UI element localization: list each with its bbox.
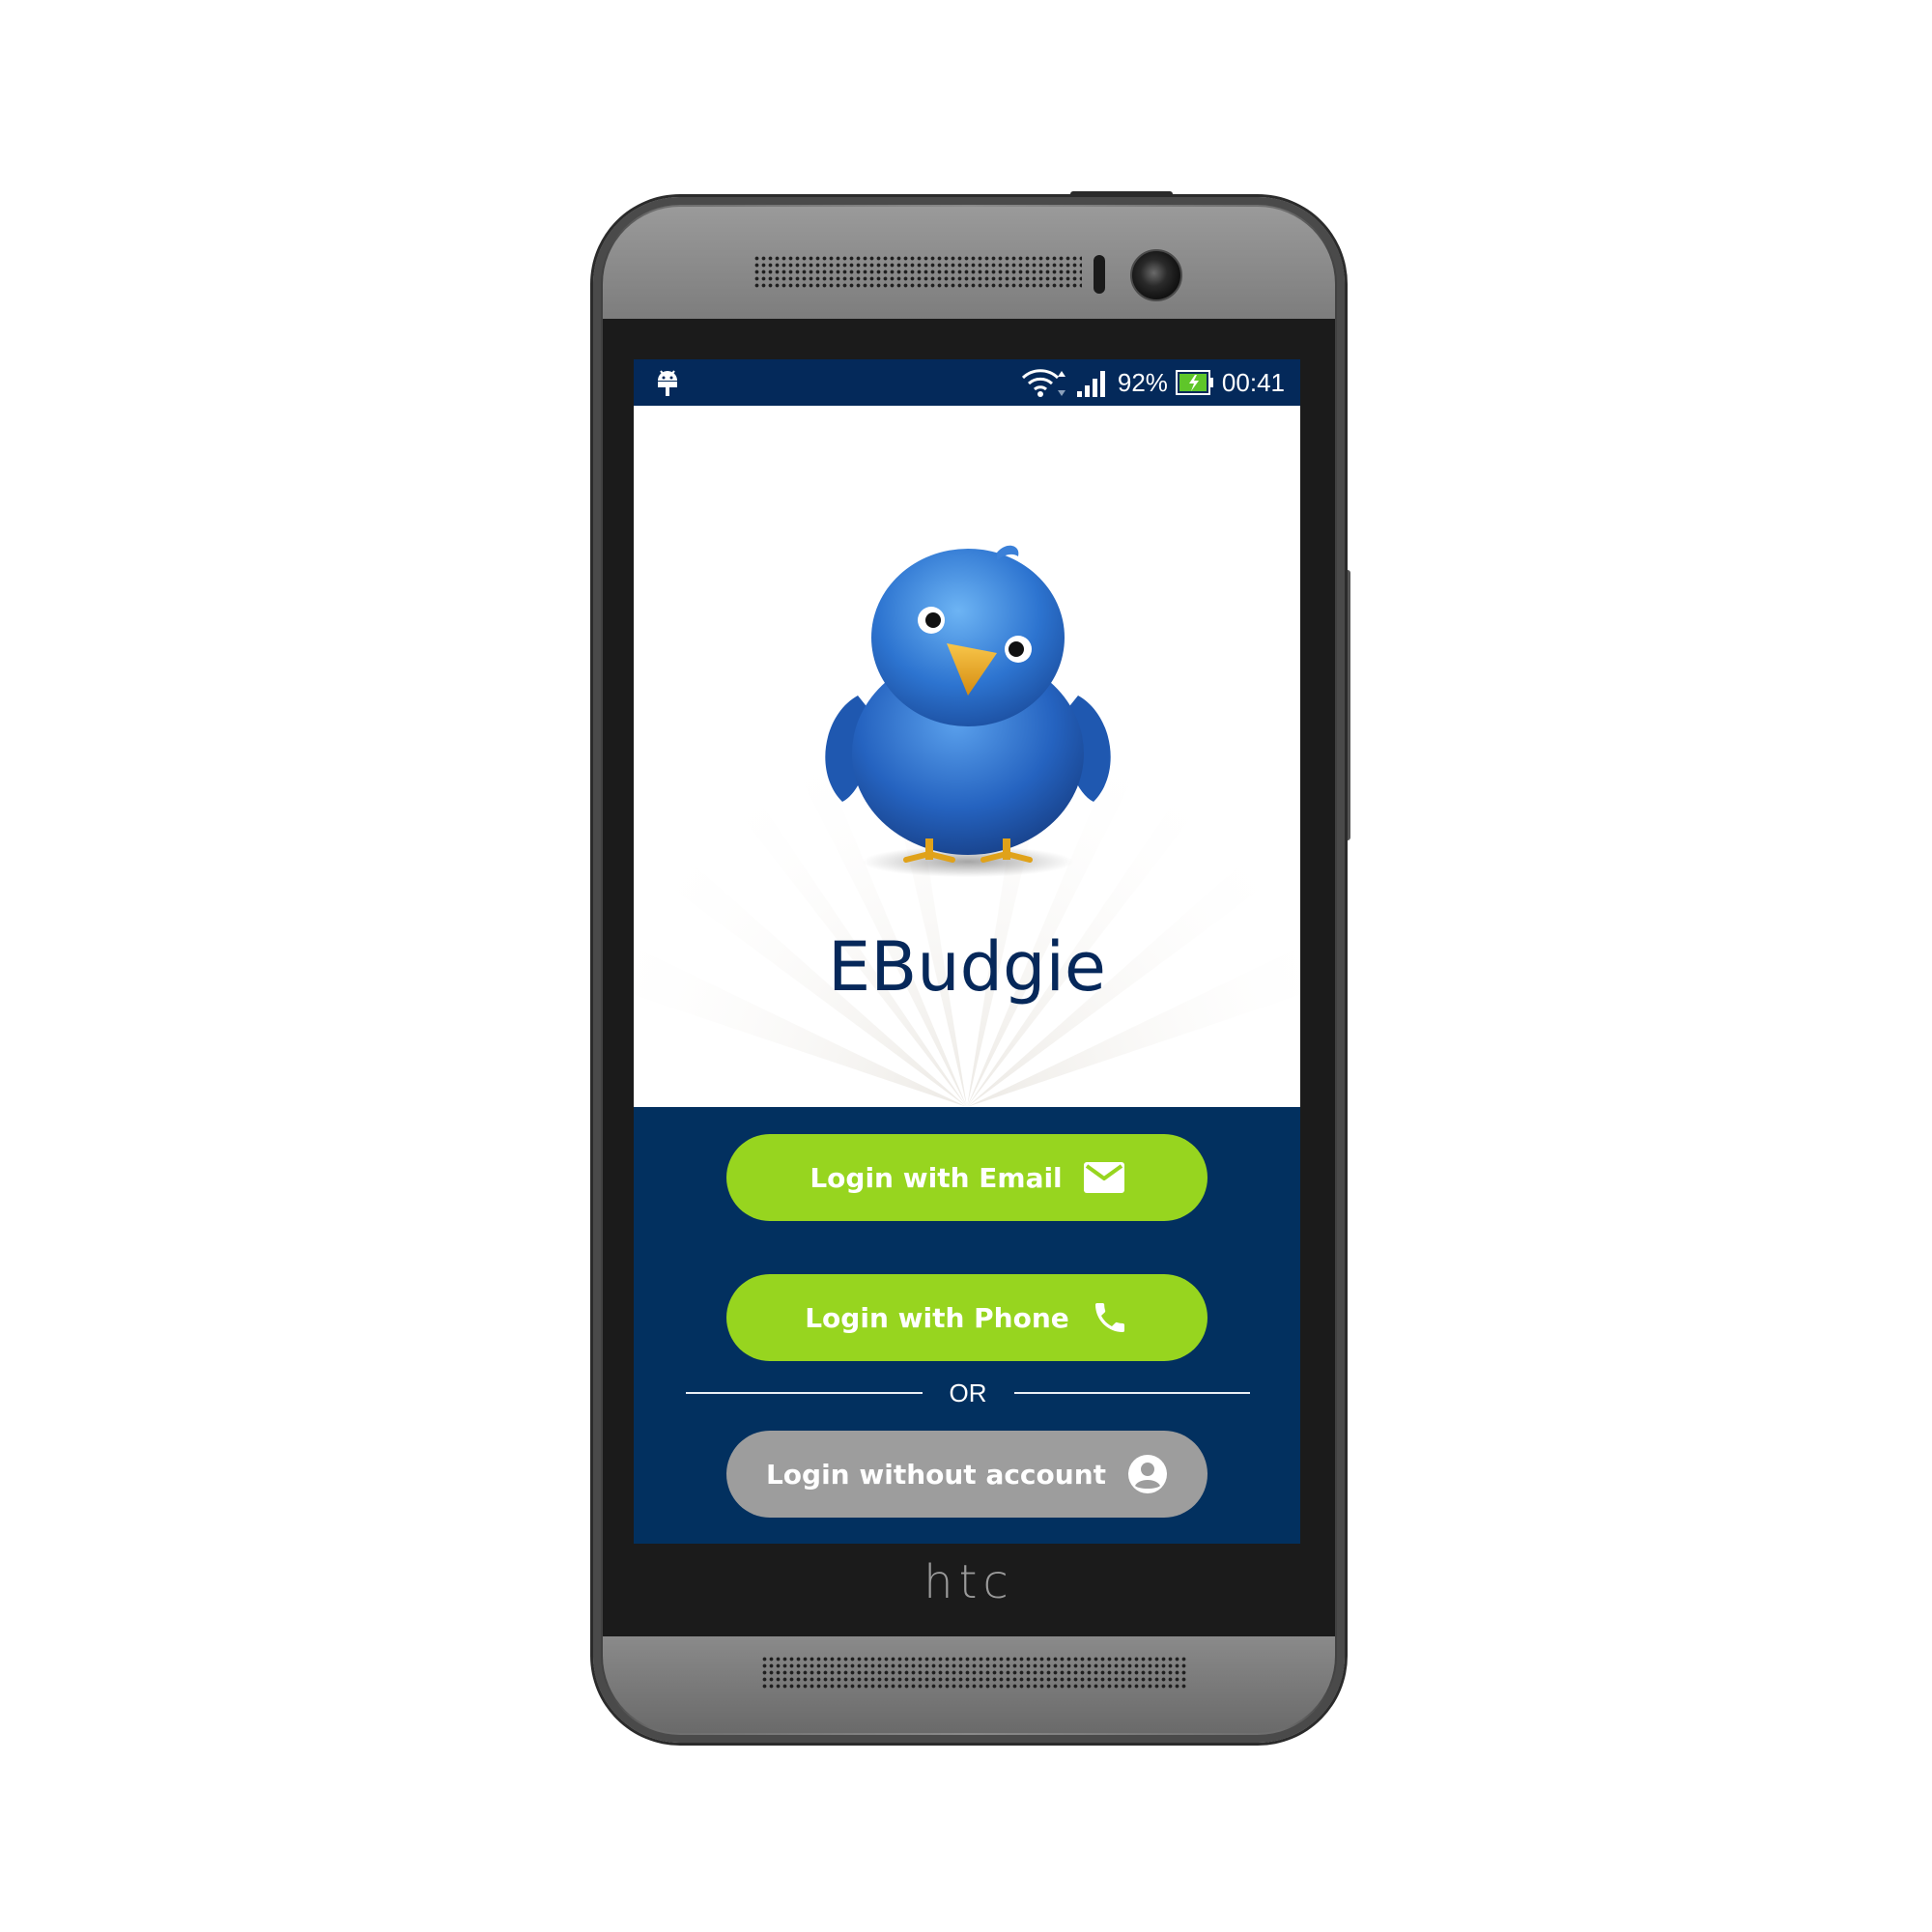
status-time: 00:41 [1221,367,1285,397]
top-speaker-grille [753,255,1082,288]
bird-logo-icon [825,545,1111,877]
android-debug-icon [658,370,677,396]
wifi-icon [1021,369,1065,397]
email-icon [1083,1162,1124,1193]
login-email-button[interactable]: Login with Email [726,1134,1208,1221]
login-panel: Login with Email Login with Phone OR Log… [634,1107,1300,1544]
app-title: EBudgie [828,927,1106,1007]
account-circle-icon [1127,1454,1168,1494]
phone-frame: 92% 00:41 EBudgie Login with Email Login… [593,197,1345,1743]
or-divider: OR [686,1374,1250,1412]
login-guest-label: Login without account [765,1458,1107,1491]
login-phone-button[interactable]: Login with Phone [726,1274,1208,1361]
divider-label: OR [949,1378,987,1407]
splash-hero: EBudgie [634,406,1300,1107]
device-brand-logo: htc [923,1555,1014,1609]
signal-icon [1076,371,1105,397]
proximity-sensor [1094,255,1105,294]
status-bar: 92% 00:41 [634,359,1300,406]
battery-charging-icon [1175,370,1213,395]
phone-icon [1091,1298,1129,1337]
login-guest-button[interactable]: Login without account [726,1431,1208,1518]
divider-line-right [1013,1392,1250,1394]
front-camera [1130,249,1182,301]
battery-percent: 92% [1117,367,1168,397]
bottom-speaker-grille [761,1656,1186,1689]
login-email-label: Login with Email [810,1161,1063,1194]
phone-screen: 92% 00:41 EBudgie Login with Email Login… [634,359,1300,1544]
divider-line-left [686,1392,923,1394]
login-phone-label: Login with Phone [805,1301,1069,1334]
status-right-group: 92% 00:41 [1021,359,1285,406]
